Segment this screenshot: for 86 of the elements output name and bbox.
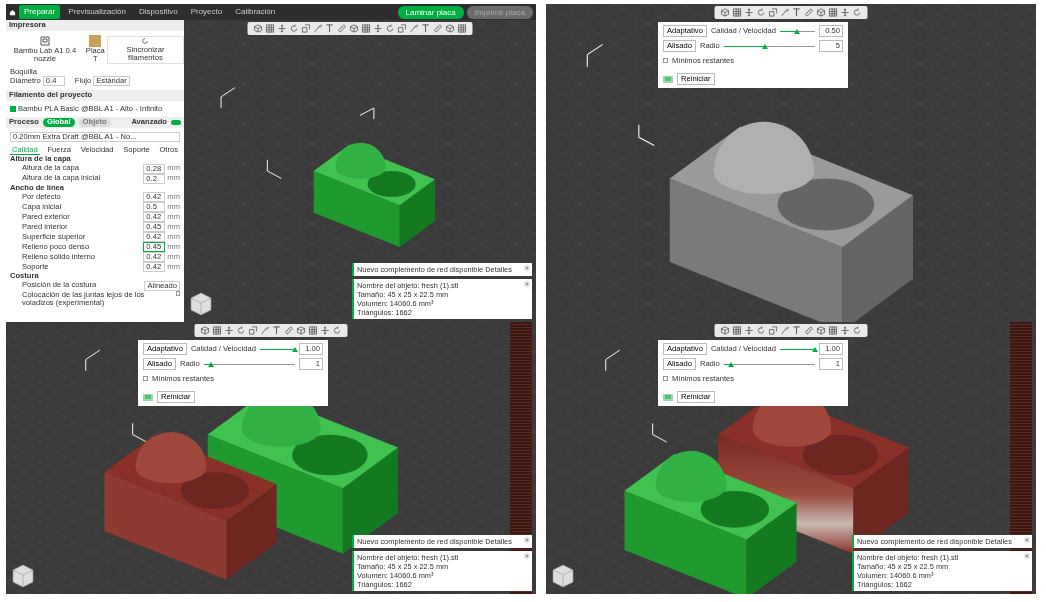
checkbox[interactable] (175, 290, 180, 296)
grid-icon[interactable] (265, 24, 275, 33)
grid-icon[interactable] (457, 24, 467, 33)
slider-thumb[interactable] (761, 43, 768, 49)
move-icon[interactable] (320, 326, 330, 335)
view-cube-icon[interactable] (12, 564, 34, 588)
grid-icon[interactable] (828, 8, 838, 17)
rotate-icon[interactable] (852, 8, 862, 17)
grid-icon[interactable] (212, 326, 222, 335)
move-icon[interactable] (224, 326, 234, 335)
view-cube-icon[interactable] (552, 564, 574, 588)
move-icon[interactable] (840, 8, 850, 17)
brush-icon[interactable] (313, 24, 323, 33)
move-icon[interactable] (744, 8, 754, 17)
slider-thumb[interactable] (292, 346, 298, 352)
cube-icon[interactable] (200, 326, 210, 335)
grid-icon[interactable] (361, 24, 371, 33)
brush-icon[interactable] (780, 8, 790, 17)
scale-icon[interactable] (301, 24, 311, 33)
close-icon[interactable] (524, 553, 530, 559)
cube-icon[interactable] (816, 326, 826, 335)
grid-icon[interactable] (308, 326, 318, 335)
advanced-toggle[interactable] (171, 119, 181, 125)
text-icon[interactable] (792, 326, 802, 335)
sync-icon (141, 37, 150, 45)
printer-icon[interactable] (38, 34, 51, 47)
cube-icon[interactable] (816, 8, 826, 17)
cube-icon[interactable] (720, 8, 730, 17)
cube-icon[interactable] (445, 24, 455, 33)
move-icon[interactable] (373, 24, 383, 33)
scale-icon[interactable] (397, 24, 407, 33)
move-icon[interactable] (840, 326, 850, 335)
move-icon[interactable] (277, 24, 287, 33)
grid-icon[interactable] (732, 8, 742, 17)
text-icon[interactable] (421, 24, 431, 33)
rotate-icon[interactable] (385, 24, 395, 33)
rotate-icon[interactable] (332, 326, 342, 335)
grid-icon[interactable] (828, 326, 838, 335)
close-icon[interactable] (524, 281, 530, 287)
tab[interactable]: Previsualización (63, 5, 131, 19)
text-icon[interactable] (272, 326, 282, 335)
slider-thumb[interactable] (794, 28, 801, 34)
scale-icon[interactable] (768, 8, 778, 17)
filament-swatch[interactable] (10, 105, 16, 112)
scale-icon[interactable] (768, 326, 778, 335)
ruler-icon[interactable] (804, 326, 814, 335)
layers-icon (663, 393, 673, 401)
grid-icon[interactable] (732, 326, 742, 335)
brush-icon[interactable] (409, 24, 419, 33)
ruler-icon[interactable] (804, 8, 814, 17)
rotate-icon[interactable] (756, 326, 766, 335)
slider-thumb[interactable] (812, 346, 818, 352)
move-icon[interactable] (744, 326, 754, 335)
cube-icon[interactable] (296, 326, 306, 335)
cube-icon[interactable] (349, 24, 359, 33)
brush-icon[interactable] (260, 326, 270, 335)
ruler-icon[interactable] (284, 326, 294, 335)
tab[interactable]: Proyecto (185, 5, 228, 19)
rotate-icon[interactable] (756, 8, 766, 17)
checkbox[interactable] (663, 58, 668, 64)
cube-icon[interactable] (253, 24, 263, 33)
ruler-icon[interactable] (433, 24, 443, 33)
layers-icon (663, 75, 673, 83)
plate-swatch[interactable] (89, 34, 102, 47)
close-icon[interactable] (1024, 553, 1030, 559)
ruler-icon[interactable] (337, 24, 347, 33)
brush-icon[interactable] (780, 326, 790, 335)
rotate-icon[interactable] (852, 326, 862, 335)
scale-icon[interactable] (248, 326, 258, 335)
close-icon[interactable] (524, 537, 530, 543)
home-icon[interactable] (9, 8, 16, 16)
slider-thumb[interactable] (728, 361, 735, 367)
rotate-icon[interactable] (289, 24, 299, 33)
rotate-icon[interactable] (236, 326, 246, 335)
checkbox[interactable] (143, 376, 148, 382)
checkbox[interactable] (663, 376, 668, 382)
view-cube-icon[interactable] (190, 292, 212, 316)
close-icon[interactable] (524, 265, 530, 271)
text-icon[interactable] (792, 8, 802, 17)
tab[interactable]: Dispositivo (133, 5, 183, 19)
slider-thumb[interactable] (208, 361, 215, 367)
tab[interactable]: Calibración (230, 5, 281, 19)
cube-icon[interactable] (720, 326, 730, 335)
close-icon[interactable] (1024, 537, 1030, 543)
layers-icon (143, 393, 153, 401)
text-icon[interactable] (325, 24, 335, 33)
